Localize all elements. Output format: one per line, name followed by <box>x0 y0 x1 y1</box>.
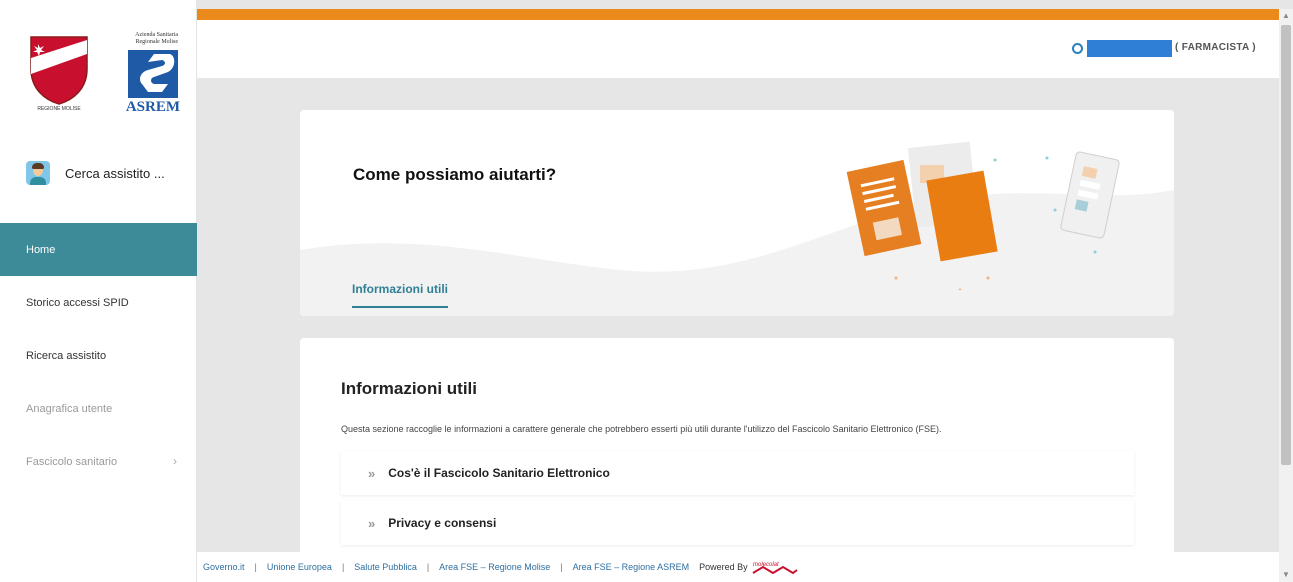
footer-separator: | <box>426 562 430 572</box>
scroll-down-arrow-icon[interactable]: ▼ <box>1279 568 1293 582</box>
footer-link-governo[interactable]: Governo.it <box>203 562 245 572</box>
sidebar-item-label: Fascicolo sanitario <box>26 455 118 468</box>
sidebar-item-label: Ricerca assistito <box>26 349 107 362</box>
chevron-right-icon: › <box>173 454 177 468</box>
footer-separator: | <box>341 562 345 572</box>
accordion-label: Privacy e consensi <box>388 516 497 530</box>
asrem-logo: Azienda Sanitaria Regionale Molise ASREM <box>120 30 182 118</box>
footer: Governo.it | Unione Europea | Salute Pub… <box>197 552 1279 582</box>
molecola-logo[interactable]: molecolat <box>751 560 799 574</box>
accordion-label: Cos'è il Fascicolo Sanitario Elettronico <box>388 466 610 480</box>
info-title: Informazioni utili <box>341 379 477 398</box>
regione-molise-logo: REGIONE MOLISE <box>30 36 88 112</box>
logo-area: REGIONE MOLISE Azienda Sanitaria Regiona… <box>0 0 197 130</box>
double-chevron-right-icon: » <box>368 465 376 481</box>
molecola-logo-text: molecolat <box>753 562 779 568</box>
footer-separator: | <box>254 562 257 572</box>
accordion-item-fascicolo-sanitario[interactable]: » Cos'è il Fascicolo Sanitario Elettroni… <box>341 451 1134 495</box>
scroll-up-arrow-icon[interactable]: ▲ <box>1279 9 1293 23</box>
search-patient-button[interactable]: Cerca assistito ... <box>0 150 197 196</box>
sidebar-item-ricerca-assistito[interactable]: Ricerca assistito <box>0 329 197 382</box>
footer-separator: | <box>560 562 563 572</box>
sidebar-item-label: Storico accessi SPID <box>26 296 129 309</box>
sidebar-nav: Home Storico accessi SPID Ricerca assist… <box>0 223 197 488</box>
sidebar-item-fascicolo-sanitario[interactable]: Fascicolo sanitario › <box>0 435 197 488</box>
user-status-icon <box>1072 43 1083 54</box>
top-bar: ( FARMACISTA ) <box>197 20 1279 78</box>
user-name-redacted[interactable] <box>1087 40 1172 57</box>
vertical-scrollbar[interactable]: ▲ ▼ <box>1279 9 1293 582</box>
asrem-logo-subtitle: Azienda Sanitaria Regionale Molise <box>135 32 178 45</box>
hero-title: Come possiamo aiutarti? <box>353 165 557 184</box>
sidebar-item-label: Anagrafica utente <box>26 402 113 415</box>
sidebar-item-home[interactable]: Home <box>0 223 197 276</box>
molise-logo-text: REGIONE MOLISE <box>37 106 81 112</box>
info-description: Questa sezione raccoglie le informazioni… <box>341 424 942 434</box>
footer-link-area-fse-molise[interactable]: Area FSE – Regione Molise <box>439 562 550 572</box>
footer-link-area-fse-asrem[interactable]: Area FSE – Regione ASREM <box>573 562 690 572</box>
footer-link-salute-pubblica[interactable]: Salute Pubblica <box>354 562 417 572</box>
top-accent-bar <box>197 9 1279 20</box>
footer-link-unione-europea[interactable]: Unione Europea <box>267 562 332 572</box>
sidebar-item-anagrafica-utente[interactable]: Anagrafica utente <box>0 382 197 435</box>
user-role: ( FARMACISTA ) <box>1175 42 1256 53</box>
sidebar: REGIONE MOLISE Azienda Sanitaria Regiona… <box>0 0 197 582</box>
search-patient-label: Cerca assistito ... <box>65 165 165 181</box>
asrem-mark <box>128 50 178 98</box>
accordion-item-privacy-consensi[interactable]: » Privacy e consensi <box>341 501 1134 545</box>
info-card: Informazioni utili Questa sezione raccog… <box>300 338 1174 582</box>
hero-card: Come possiamo aiutarti? Informazioni uti… <box>300 110 1174 316</box>
scrollbar-thumb[interactable] <box>1281 25 1291 465</box>
documents-illustration <box>846 141 1120 290</box>
doctor-avatar-icon <box>26 161 50 185</box>
sidebar-item-storico-accessi-spid[interactable]: Storico accessi SPID <box>0 276 197 329</box>
asrem-logo-name: ASREM <box>125 99 180 115</box>
tab-informazioni-utili[interactable]: Informazioni utili <box>352 282 448 308</box>
sidebar-item-label: Home <box>26 243 56 256</box>
powered-by-label: Powered By <box>699 562 748 572</box>
double-chevron-right-icon: » <box>368 515 376 531</box>
